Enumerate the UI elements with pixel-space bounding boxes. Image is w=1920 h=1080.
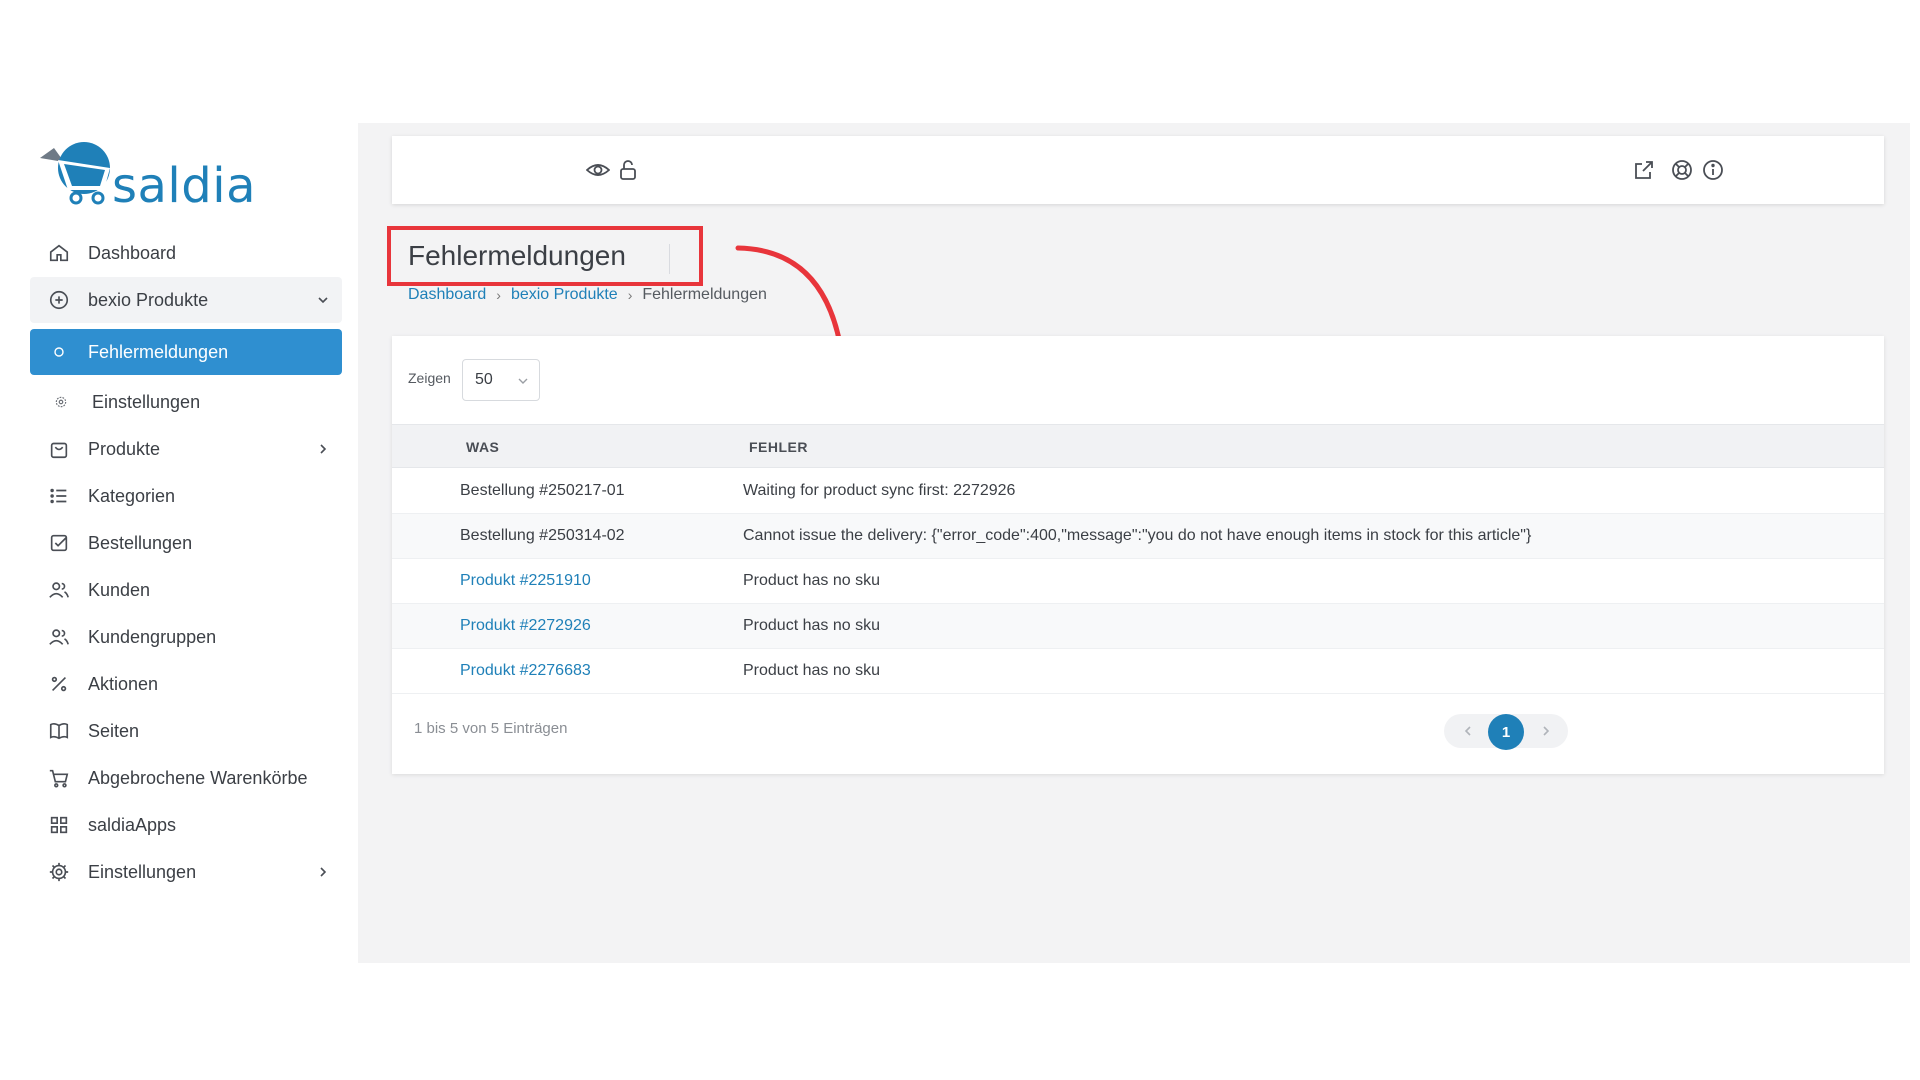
sidebar-item-label: Kategorien [88,485,176,506]
chevron-right-icon: › [496,287,501,303]
app-root: saldia Dashboard bexio Produkte Fehlerme… [0,0,1920,1080]
table-info: 1 bis 5 von 5 Einträgen [414,720,568,737]
row-fehler: Product has no sku [743,662,880,679]
sidebar-item-label: Einstellungen [88,861,197,882]
small-gear-icon [52,389,70,415]
home-icon [46,240,72,266]
external-link-icon[interactable] [1632,158,1656,182]
page-title: Fehlermeldungen [408,240,626,271]
row-fehler: Cannot issue the delivery: {"error_code"… [743,527,1532,544]
page-size-select[interactable]: 50 [462,359,540,401]
sidebar-item-label: Kunden [88,579,151,600]
chevron-right-icon [320,867,327,877]
sidebar-item-bexio-produkte[interactable]: bexio Produkte [30,277,342,323]
table-row: Produkt #2251910 Product has no sku [392,559,1884,604]
column-header-fehler[interactable]: FEHLER [749,439,808,455]
row-was-link[interactable]: Produkt #2251910 [460,572,591,590]
unlock-icon[interactable] [616,158,640,182]
table-row: Bestellung #250314-02 Cannot issue the d… [392,514,1884,559]
top-bar [392,136,1884,204]
table-header: WAS FEHLER [392,424,1884,468]
row-was: Bestellung #250217-01 [460,482,625,499]
sidebar-item-label: Seiten [88,720,140,741]
gear-icon [46,859,72,885]
sidebar-nav: Dashboard bexio Produkte Fehlermeldungen… [30,230,342,896]
brand-name: saldia [112,158,256,214]
show-label: Zeigen [408,370,451,386]
sidebar-item-label: Produkte [88,438,161,459]
chevron-down-icon [318,297,328,304]
sidebar-item-label: Bestellungen [88,532,193,553]
breadcrumb: Dashboard › bexio Produkte › Fehlermeldu… [408,286,767,304]
book-icon [46,718,72,744]
table-row: Produkt #2276683 Product has no sku [392,649,1884,694]
percent-icon [46,671,72,697]
grid-icon [46,812,72,838]
chevron-down-icon [518,378,528,384]
sidebar-item-label: Aktionen [88,673,159,694]
sidebar-item-abgebrochene-warenkoerbe[interactable]: Abgebrochene Warenkörbe [30,755,342,801]
title-divider [669,244,670,274]
sidebar-item-bestellungen[interactable]: Bestellungen [30,520,342,566]
sidebar-item-label: Fehlermeldungen [88,341,229,362]
row-fehler: Product has no sku [743,572,880,589]
row-was-link[interactable]: Produkt #2272926 [460,617,591,635]
row-fehler: Product has no sku [743,617,880,634]
pagination: 1 [1444,714,1568,750]
sidebar-item-kunden[interactable]: Kunden [30,567,342,613]
dot-icon [52,339,66,365]
checkbox-icon [46,530,72,556]
breadcrumb-bexio-produkte[interactable]: bexio Produkte [511,286,618,304]
sidebar-item-produkte[interactable]: Produkte [30,426,342,472]
chevron-left-icon[interactable] [1460,723,1476,739]
table-row: Produkt #2272926 Product has no sku [392,604,1884,649]
chevron-right-icon[interactable] [1538,723,1554,739]
sidebar-item-label: Dashboard [88,242,177,263]
sidebar-item-kundengruppen[interactable]: Kundengruppen [30,614,342,660]
chevron-right-icon [320,444,327,454]
table-row: Bestellung #250217-01 Waiting for produc… [392,469,1884,514]
shopping-bag-icon [46,436,72,462]
sidebar-item-label: Einstellungen [92,391,201,412]
sidebar-item-seiten[interactable]: Seiten [30,708,342,754]
row-was: Bestellung #250314-02 [460,527,625,544]
eye-icon[interactable] [586,158,610,182]
users-icon [46,577,72,603]
list-icon [46,483,72,509]
row-was-link[interactable]: Produkt #2276683 [460,662,591,680]
cart-icon [46,765,72,791]
user-group-icon [46,624,72,650]
row-fehler: Waiting for product sync first: 2272926 [743,482,1016,499]
support-icon[interactable] [1670,158,1694,182]
sidebar-item-label: Abgebrochene Warenkörbe [88,767,308,788]
sidebar-item-label: saldiaApps [88,814,177,835]
sidebar-item-fehlermeldungen[interactable]: Fehlermeldungen [30,329,342,375]
sidebar-item-aktionen[interactable]: Aktionen [30,661,342,707]
plus-circle-icon [46,287,72,313]
info-icon[interactable] [1701,158,1725,182]
sidebar-item-kategorien[interactable]: Kategorien [30,473,342,519]
page-button-current[interactable]: 1 [1488,714,1524,750]
column-header-was[interactable]: WAS [466,439,499,455]
sidebar-item-saldiaapps[interactable]: saldiaApps [30,802,342,848]
chevron-right-icon: › [627,287,633,303]
sidebar-item-label: bexio Produkte [88,289,209,310]
sidebar-item-bexio-einstellungen[interactable]: Einstellungen [30,379,342,425]
breadcrumb-dashboard[interactable]: Dashboard [408,286,486,304]
page-size-value: 50 [475,371,493,388]
sidebar-item-einstellungen[interactable]: Einstellungen [30,849,342,895]
sidebar-item-label: Kundengruppen [88,626,217,647]
sidebar-item-dashboard[interactable]: Dashboard [30,230,342,276]
